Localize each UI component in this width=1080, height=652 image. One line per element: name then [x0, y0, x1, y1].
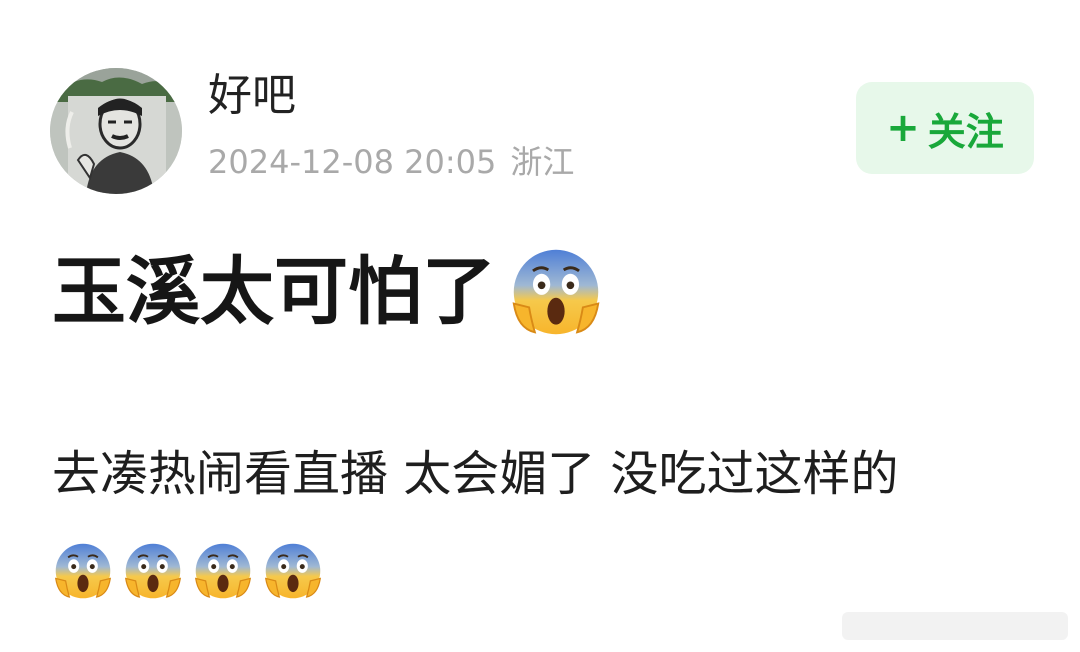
follow-button[interactable]: + 关注	[856, 82, 1034, 174]
screaming-face-icon	[192, 540, 254, 602]
screaming-face-icon	[262, 540, 324, 602]
follow-label: 关注	[927, 109, 1004, 154]
screaming-face-icon	[508, 244, 604, 340]
post-location: 浙江	[510, 143, 575, 181]
post-meta: 2024-12-08 20:05 浙江	[208, 142, 574, 182]
plus-icon: +	[886, 105, 920, 151]
post-date: 2024-12-08 20:05	[208, 143, 497, 181]
post-title: 玉溪太可怕了	[52, 244, 604, 340]
post-body: 去凑热闹看直播 太会媚了 没吃过这样的	[52, 446, 899, 502]
avatar-portrait-image	[50, 68, 182, 194]
watermark-logo	[842, 612, 1068, 640]
emoji-row	[52, 540, 324, 602]
author-name[interactable]: 好吧	[208, 70, 296, 122]
screaming-face-icon	[122, 540, 184, 602]
avatar[interactable]	[50, 68, 182, 194]
screaming-face-icon	[52, 540, 114, 602]
post-title-text: 玉溪太可怕了	[52, 249, 496, 335]
